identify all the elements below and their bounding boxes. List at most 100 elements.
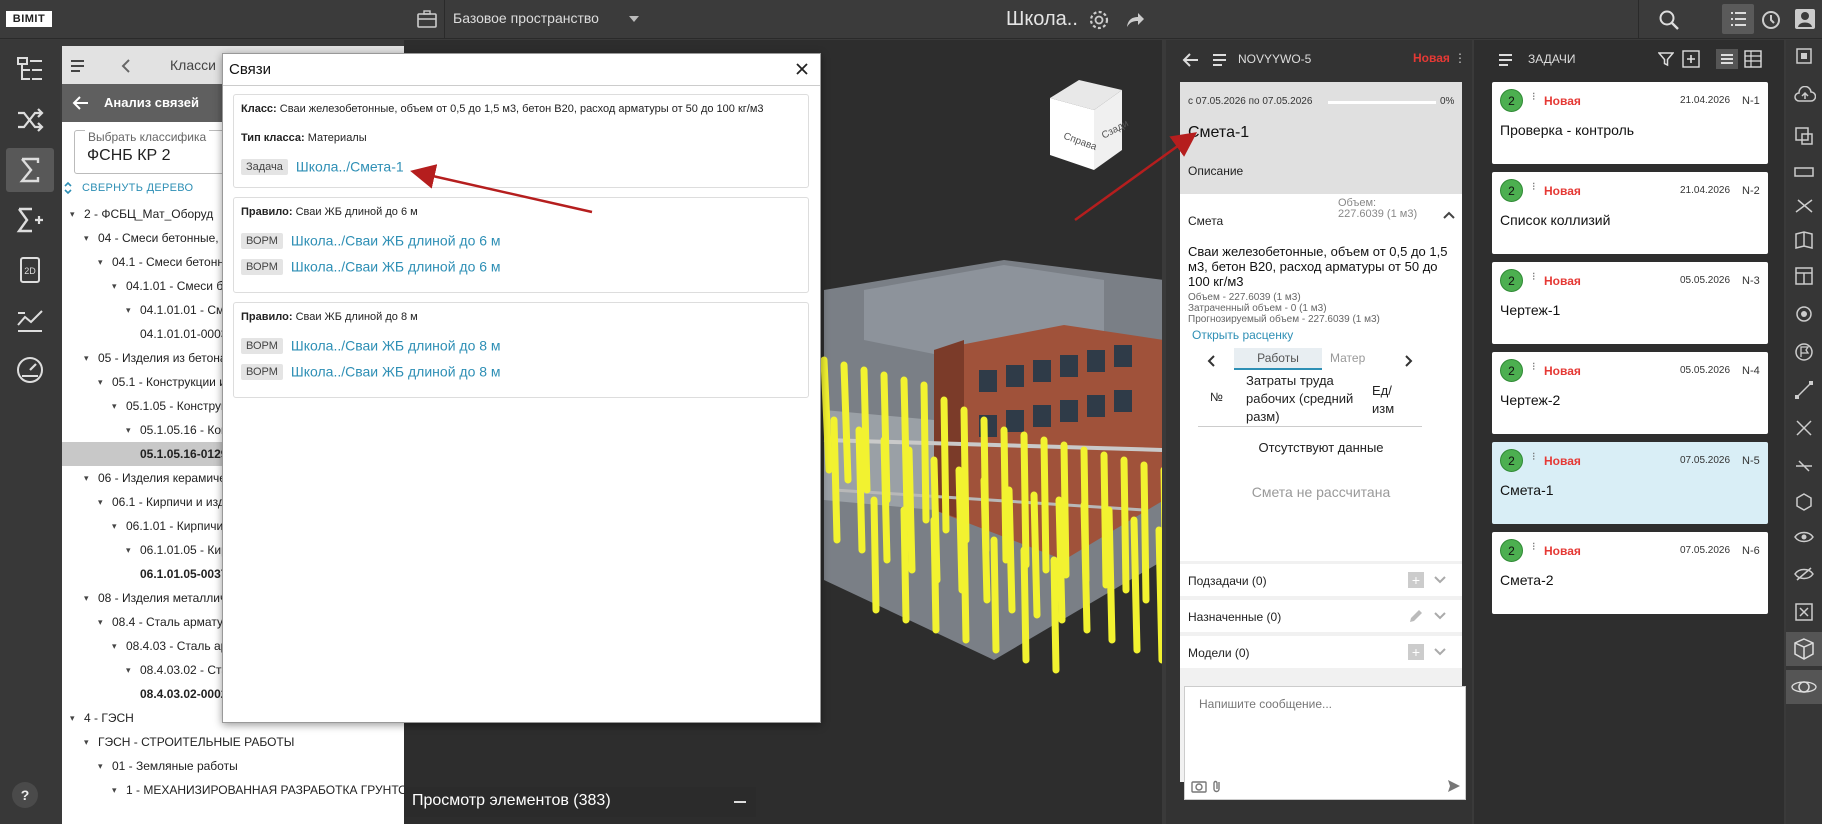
chevron-down-icon[interactable]: ▾ <box>84 466 89 490</box>
gauge-button[interactable] <box>6 348 54 392</box>
add-task-icon[interactable] <box>1682 50 1700 68</box>
chevron-down-icon[interactable]: ▾ <box>112 514 117 538</box>
task-link[interactable]: Школа../Смета-1 <box>296 159 404 175</box>
chevron-down-icon[interactable]: ▾ <box>98 754 103 778</box>
chevron-down-icon[interactable]: ▾ <box>126 418 131 442</box>
layout-icon[interactable] <box>1794 266 1814 286</box>
model-link[interactable]: Школа../Сваи ЖБ длиной до 6 м <box>291 233 501 249</box>
shuffle-button[interactable] <box>6 98 54 142</box>
task-list-toggle[interactable] <box>1722 4 1754 34</box>
chevron-down-icon[interactable] <box>1434 648 1446 656</box>
sum-plus-button[interactable] <box>6 198 54 242</box>
chevron-down-icon[interactable]: ▾ <box>126 298 131 322</box>
chevron-down-icon[interactable]: ▾ <box>98 490 103 514</box>
chevron-down-icon[interactable]: ▾ <box>112 778 117 802</box>
filter-icon[interactable] <box>1658 51 1674 67</box>
chevron-down-icon[interactable]: ▾ <box>112 394 117 418</box>
tab-classifier[interactable]: Класси <box>170 57 216 73</box>
book-icon[interactable] <box>1794 230 1814 250</box>
chevron-right-icon[interactable] <box>1404 354 1414 368</box>
chevron-down-icon[interactable]: ▾ <box>84 730 89 754</box>
chevron-down-icon[interactable]: ▾ <box>84 586 89 610</box>
task-card[interactable]: 2 ⁝ Новая 05.05.2026 N-4 Чертеж-2 <box>1492 352 1768 434</box>
slice-icon[interactable] <box>1794 196 1814 216</box>
workspace-select[interactable]: Базовое пространство <box>453 10 599 26</box>
dimension-icon[interactable] <box>1794 380 1814 400</box>
arrow-left-icon[interactable] <box>1182 52 1200 68</box>
models-row[interactable]: Модели (0) + <box>1180 636 1462 668</box>
chevron-down-icon[interactable]: ▾ <box>98 370 103 394</box>
chevron-down-icon[interactable] <box>628 14 640 24</box>
menu-icon[interactable] <box>70 58 88 74</box>
search-icon[interactable] <box>1658 9 1680 31</box>
help-button[interactable]: ? <box>12 782 38 808</box>
task-card[interactable]: 2 ⁝ Новая 21.04.2026 N-1 Проверка - контроль <box>1492 82 1768 164</box>
add-icon[interactable]: + <box>1408 572 1424 588</box>
collapse-tree-button[interactable]: СВЕРНУТЬ ДЕРЕВО <box>62 178 193 198</box>
sum-analysis-button[interactable] <box>6 148 54 192</box>
task-card[interactable]: 2 ⁝ Новая 07.05.2026 N-5 Смета-1 <box>1492 442 1768 524</box>
attach-icon[interactable] <box>1211 779 1223 793</box>
chevron-left-icon[interactable] <box>120 58 132 74</box>
chevron-down-icon[interactable] <box>1434 612 1446 620</box>
elements-view-bar[interactable]: Просмотр элементов (383) <box>404 787 756 817</box>
list-view-toggle[interactable] <box>1716 49 1738 69</box>
chevron-left-icon[interactable] <box>1206 354 1216 368</box>
task-card[interactable]: 2 ⁝ Новая 07.05.2026 N-6 Смета-2 <box>1492 532 1768 614</box>
chevron-down-icon[interactable]: ▾ <box>112 634 117 658</box>
orbit-toggle[interactable] <box>1786 670 1822 704</box>
chevron-up-icon[interactable] <box>1442 210 1456 220</box>
pencil-icon[interactable] <box>1408 608 1424 624</box>
open-rate-link[interactable]: Открыть расценку <box>1192 328 1293 342</box>
minimize-icon[interactable] <box>734 801 746 803</box>
task-card[interactable]: 2 ⁝ Новая 21.04.2026 N-2 Список коллизий <box>1492 172 1768 254</box>
chevron-down-icon[interactable]: ▾ <box>126 538 131 562</box>
table-view-toggle[interactable] <box>1744 50 1762 68</box>
message-box[interactable]: Напишите сообщение... <box>1184 686 1466 800</box>
chart-button[interactable] <box>6 298 54 342</box>
model-link[interactable]: Школа../Сваи ЖБ длиной до 8 м <box>291 364 501 380</box>
hide-icon[interactable] <box>1794 602 1814 622</box>
drawing-2d-button[interactable]: 2D <box>6 248 54 292</box>
notifications-icon[interactable] <box>1760 9 1782 31</box>
camera-icon[interactable] <box>1191 779 1207 793</box>
chevron-down-icon[interactable]: ▾ <box>98 610 103 634</box>
chevron-down-icon[interactable]: ▾ <box>70 706 75 730</box>
tree-row[interactable]: ▾ 01 - Земляные работы <box>62 754 448 778</box>
menu-icon[interactable] <box>1498 52 1514 68</box>
app-logo[interactable]: BIMIT <box>6 11 52 27</box>
chevron-down-icon[interactable]: ▾ <box>126 658 131 682</box>
tab-works[interactable]: Работы <box>1234 348 1322 370</box>
ruler-icon[interactable] <box>1794 166 1814 178</box>
share-icon[interactable] <box>1124 10 1146 30</box>
section-box-icon[interactable] <box>1794 126 1814 146</box>
chevron-down-icon[interactable]: ▾ <box>98 250 103 274</box>
target-icon[interactable] <box>1794 304 1814 324</box>
cross-icon[interactable] <box>1794 418 1814 438</box>
tree-structure-button[interactable] <box>6 48 54 92</box>
gear-icon[interactable] <box>1088 9 1110 31</box>
tree-row[interactable]: ▾ 1 - МЕХАНИЗИРОВАННАЯ РАЗРАБОТКА ГРУНТОВ… <box>62 778 448 802</box>
description-label[interactable]: Описание <box>1188 164 1243 178</box>
user-icon[interactable] <box>1794 8 1816 30</box>
send-icon[interactable] <box>1447 779 1461 793</box>
eye-icon[interactable] <box>1794 530 1814 544</box>
model-link[interactable]: Школа../Сваи ЖБ длиной до 8 м <box>291 338 501 354</box>
cube-select-icon[interactable] <box>1794 492 1814 512</box>
chevron-down-icon[interactable]: ▾ <box>84 226 89 250</box>
cloud-upload-icon[interactable] <box>1794 86 1816 104</box>
chevron-down-icon[interactable]: ▾ <box>112 274 117 298</box>
tab-materials[interactable]: Матер <box>1330 351 1365 365</box>
message-input[interactable]: Напишите сообщение... <box>1199 697 1332 711</box>
arrow-left-icon[interactable] <box>72 95 90 111</box>
task-title[interactable]: Смета-1 <box>1188 124 1249 142</box>
flag-icon[interactable] <box>1794 342 1814 362</box>
close-icon[interactable] <box>795 62 809 76</box>
subtasks-row[interactable]: Подзадачи (0) + <box>1180 564 1462 596</box>
add-icon[interactable]: + <box>1408 644 1424 660</box>
eye-off-icon[interactable] <box>1794 566 1814 582</box>
task-status[interactable]: Новая <box>1413 51 1450 65</box>
menu-icon[interactable] <box>1212 52 1228 68</box>
briefcase-icon[interactable] <box>416 8 438 30</box>
chevron-down-icon[interactable]: ▾ <box>70 202 75 226</box>
